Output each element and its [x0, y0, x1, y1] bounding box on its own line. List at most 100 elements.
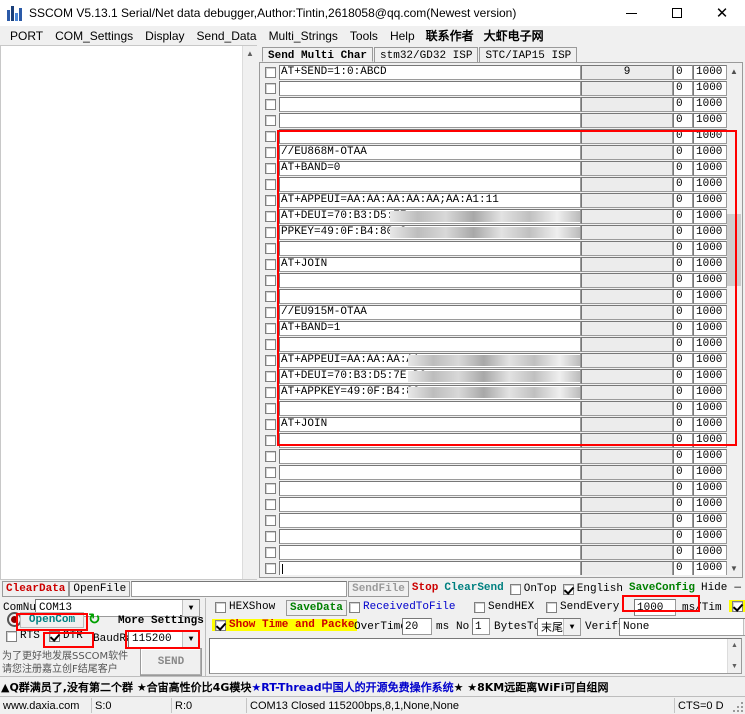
delay-ms-cell[interactable]: 1000	[693, 225, 727, 240]
delay-ms-cell[interactable]: 1000	[693, 321, 727, 336]
repeat-count-cell[interactable]: 0	[673, 161, 693, 176]
menu-item-contact-author[interactable]: 联系作者	[421, 26, 479, 45]
row-enable-checkbox[interactable]	[261, 144, 279, 160]
row-enable-checkbox[interactable]	[261, 512, 279, 528]
send-count-cell[interactable]: 9	[581, 65, 673, 80]
delay-ms-cell[interactable]: 1000	[693, 289, 727, 304]
table-row[interactable]: 01000	[261, 480, 727, 496]
table-row[interactable]: AT+JOIN01000	[261, 256, 727, 272]
send-area-scrollbar[interactable]: ▲ ▼	[727, 639, 741, 673]
delay-ms-cell[interactable]: 1000	[693, 337, 727, 352]
delay-ms-cell[interactable]: 1000	[693, 97, 727, 112]
delay-ms-cell[interactable]: 1000	[693, 417, 727, 432]
repeat-count-cell[interactable]: 0	[673, 81, 693, 96]
row-enable-checkbox[interactable]	[261, 96, 279, 112]
repeat-count-cell[interactable]: 0	[673, 401, 693, 416]
table-row[interactable]: //EU868M-OTAA01000	[261, 144, 727, 160]
delay-ms-cell[interactable]: 1000	[693, 273, 727, 288]
table-row[interactable]: AT+SEND=1:0:ABCD901000	[261, 64, 727, 80]
menu-item-daxia[interactable]: 大虾电子网	[479, 26, 549, 45]
send-every-checkbox[interactable]: SendEvery:	[543, 601, 629, 613]
repeat-count-cell[interactable]: 0	[673, 241, 693, 256]
row-enable-checkbox[interactable]	[261, 80, 279, 96]
command-input[interactable]	[279, 497, 581, 512]
tab-send-multi-char[interactable]: Send Multi Char	[262, 47, 373, 62]
command-input[interactable]: AT+APPEUI=AA:AA:AA:AA:AA;AA:A1:11	[279, 193, 581, 208]
collapse-icon[interactable]: —	[730, 581, 745, 597]
ad-segment-1[interactable]: ▲Q群满员了,没有第二个群 ★合宙高性价比4G模块	[1, 679, 251, 695]
english-checkbox[interactable]: English	[560, 583, 626, 595]
table-row[interactable]: //EU915M-OTAA01000	[261, 304, 727, 320]
verify-select[interactable]: None ▼	[619, 618, 745, 636]
send-count-cell[interactable]	[581, 225, 673, 240]
bytes-to-select[interactable]: 末尾 ▼	[537, 618, 581, 636]
repeat-count-cell[interactable]: 0	[673, 385, 693, 400]
open-com-button[interactable]: OpenCom	[20, 612, 84, 628]
table-row[interactable]: AT+DEUI=70:B3:D5:7E:D001000	[261, 368, 727, 384]
delay-ms-cell[interactable]: 1000	[693, 241, 727, 256]
delay-ms-cell[interactable]: 1000	[693, 113, 727, 128]
dtr-checkbox[interactable]: DTR	[46, 630, 86, 642]
send-count-cell[interactable]	[581, 97, 673, 112]
delay-ms-cell[interactable]: 1000	[693, 401, 727, 416]
resize-grip-icon[interactable]	[730, 699, 744, 713]
send-count-cell[interactable]	[581, 497, 673, 512]
send-count-cell[interactable]	[581, 81, 673, 96]
tab-stm32-gd32-isp[interactable]: stm32/GD32 ISP	[374, 47, 478, 62]
row-enable-checkbox[interactable]	[261, 112, 279, 128]
table-row[interactable]: AT+BAND=101000	[261, 320, 727, 336]
delay-ms-cell[interactable]: 1000	[693, 433, 727, 448]
refresh-icon[interactable]: ↻	[88, 610, 101, 628]
table-row[interactable]: 01000	[261, 448, 727, 464]
command-input[interactable]	[279, 241, 581, 256]
scroll-up-arrow[interactable]: ▲	[727, 64, 741, 78]
send-count-cell[interactable]	[581, 129, 673, 144]
row-enable-checkbox[interactable]	[261, 400, 279, 416]
table-row[interactable]: AT+JOIN01000	[261, 416, 727, 432]
row-enable-checkbox[interactable]	[261, 192, 279, 208]
table-row[interactable]: 01000	[261, 240, 727, 256]
command-input[interactable]: AT+BAND=0	[279, 161, 581, 176]
repeat-count-cell[interactable]: 0	[673, 257, 693, 272]
row-enable-checkbox[interactable]	[261, 352, 279, 368]
scroll-down-arrow[interactable]: ▼	[727, 561, 741, 575]
menu-item-com-settings[interactable]: COM_Settings	[49, 28, 139, 44]
chevron-down-icon[interactable]: ▼	[182, 600, 199, 616]
repeat-count-cell[interactable]: 0	[673, 465, 693, 480]
delay-ms-cell[interactable]: 1000	[693, 81, 727, 96]
repeat-count-cell[interactable]: 0	[673, 289, 693, 304]
menu-item-display[interactable]: Display	[139, 28, 190, 44]
delay-ms-cell[interactable]: 1000	[693, 353, 727, 368]
command-input[interactable]: AT+BAND=1	[279, 321, 581, 336]
delay-ms-cell[interactable]: 1000	[693, 209, 727, 224]
scroll-up-arrow[interactable]: ▲	[728, 639, 741, 652]
command-input[interactable]	[279, 465, 581, 480]
menu-item-multi-strings[interactable]: Multi_Strings	[263, 28, 344, 44]
delay-ms-cell[interactable]: 1000	[693, 545, 727, 560]
row-enable-checkbox[interactable]	[261, 368, 279, 384]
send-count-cell[interactable]	[581, 433, 673, 448]
table-row[interactable]: PPKEY=49:0F:B4:80:301000	[261, 224, 727, 240]
ad-segment-3[interactable]: ★ ★8KM远距离WiFi可自组网	[454, 679, 609, 695]
row-enable-checkbox[interactable]	[261, 448, 279, 464]
table-row[interactable]: 01000	[261, 528, 727, 544]
command-input[interactable]	[279, 529, 581, 544]
received-to-file-checkbox[interactable]: ReceivedToFile	[346, 601, 458, 613]
repeat-count-cell[interactable]: 0	[673, 129, 693, 144]
row-enable-checkbox[interactable]	[261, 384, 279, 400]
file-path-input[interactable]	[131, 581, 347, 597]
receive-text[interactable]	[3, 46, 243, 579]
command-input[interactable]	[279, 97, 581, 112]
table-row[interactable]: AT+APPEUI=AA:AA:AA:AA:AA;AA:A1:1101000	[261, 192, 727, 208]
receive-scrollbar[interactable]: ▲	[242, 46, 257, 579]
scrollbar-thumb[interactable]	[727, 214, 741, 286]
table-row[interactable]: 01000	[261, 496, 727, 512]
table-row[interactable]: 01000	[261, 336, 727, 352]
command-input[interactable]	[279, 129, 581, 144]
command-input[interactable]	[279, 81, 581, 96]
delay-ms-cell[interactable]: 1000	[693, 449, 727, 464]
send-count-cell[interactable]	[581, 545, 673, 560]
command-input[interactable]: AT+JOIN	[279, 417, 581, 432]
delay-ms-cell[interactable]: 1000	[693, 497, 727, 512]
repeat-count-cell[interactable]: 0	[673, 497, 693, 512]
